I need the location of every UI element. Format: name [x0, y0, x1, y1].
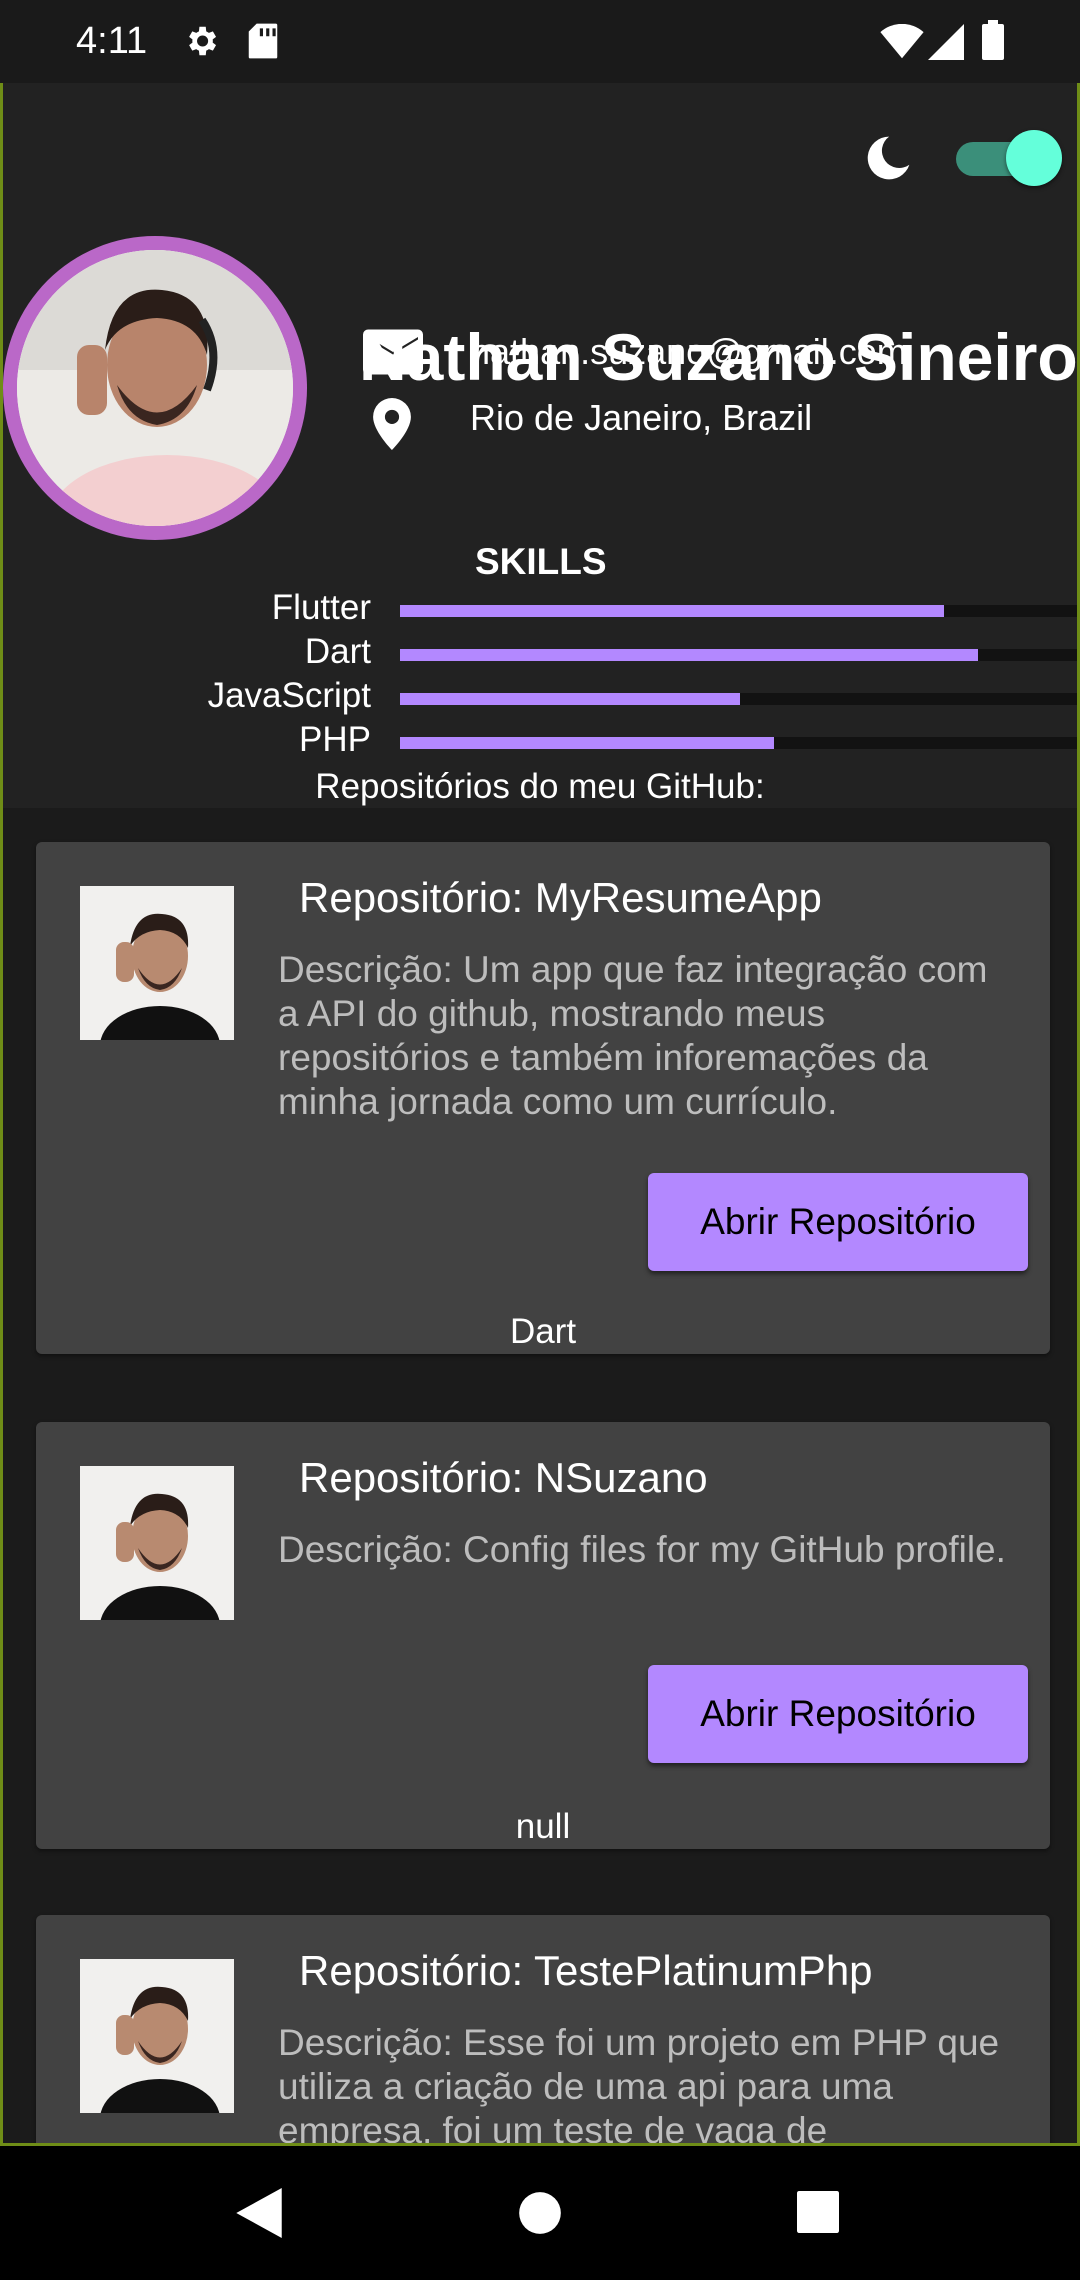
battery-icon [982, 20, 1004, 65]
avatar [3, 236, 307, 540]
repo-card: Repositório: MyResumeApp Descrição: Um a… [36, 842, 1050, 1354]
repo-name: Repositório: TestePlatinumPhp [299, 1947, 873, 1994]
skill-bar-fill [400, 737, 774, 749]
repo-language: Dart [509, 1312, 577, 1351]
signal-icon [928, 24, 964, 65]
skill-bar-fill [400, 649, 978, 661]
home-icon[interactable] [519, 2188, 561, 2243]
dark-mode-toggle[interactable] [954, 130, 1062, 186]
profile-photo [17, 250, 293, 526]
skill-label: PHP [299, 720, 371, 759]
skill-bar [400, 693, 1077, 705]
repo-name: Repositório: NSuzano [299, 1454, 708, 1501]
repo-owner-avatar [80, 886, 234, 1040]
repo-owner-avatar [80, 1959, 234, 2113]
skill-bar-fill [400, 693, 740, 705]
repo-description: Descrição: Um app que faz integração com… [278, 949, 988, 1122]
repos-section-title: Repositórios do meu GitHub: [315, 767, 765, 806]
repo-card: Repositório: NSuzano Descrição: Config f… [36, 1422, 1050, 1849]
open-repo-button[interactable]: Abrir Repositório [648, 1665, 1028, 1763]
profile-header: Nathan Suzano Sineiro nathan.suzano@gmai… [3, 83, 1077, 808]
moon-icon [861, 131, 915, 190]
profile-email: nathan.suzano@gmail.com [470, 331, 907, 372]
skills-title: SKILLS [475, 541, 607, 582]
status-bar: 4:11 [0, 0, 1080, 83]
email-icon [363, 329, 423, 380]
recents-icon[interactable] [797, 2190, 839, 2239]
profile-location: Rio de Janeiro, Brazil [470, 397, 813, 438]
skill-label: JavaScript [207, 676, 371, 715]
open-repo-button[interactable]: Abrir Repositório [648, 1173, 1028, 1271]
skill-bar [400, 737, 1077, 749]
gear-icon [182, 22, 220, 65]
sd-card-icon [246, 22, 280, 65]
back-icon[interactable] [236, 2188, 282, 2243]
repo-name: Repositório: MyResumeApp [299, 874, 822, 921]
skill-bar [400, 605, 1077, 617]
repo-owner-avatar [80, 1466, 234, 1620]
app-screen[interactable]: Nathan Suzano Sineiro nathan.suzano@gmai… [0, 83, 1080, 2146]
skill-bar-fill [400, 605, 944, 617]
skill-label: Dart [304, 632, 371, 671]
repo-description: Descrição: Config files for my GitHub pr… [278, 1529, 1006, 1570]
repo-description: Descrição: Esse foi um projeto em PHP qu… [278, 2022, 1000, 2146]
system-nav-bar [0, 2146, 1080, 2280]
wifi-icon [880, 23, 924, 65]
location-pin-icon [372, 398, 412, 455]
repo-language: null [515, 1807, 571, 1846]
skill-bar [400, 649, 1077, 661]
status-time: 4:11 [76, 20, 148, 62]
repo-card: Repositório: TestePlatinumPhp Descrição:… [36, 1915, 1050, 2146]
skill-label: Flutter [271, 588, 371, 627]
